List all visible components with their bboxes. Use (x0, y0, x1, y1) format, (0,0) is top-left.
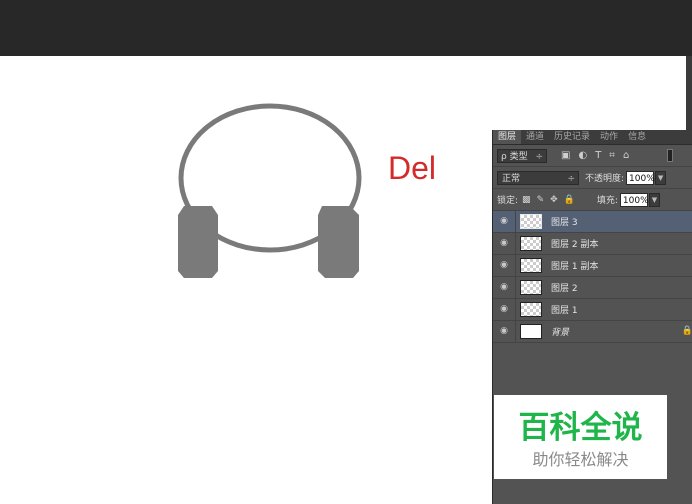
fill-input[interactable]: 100% (619, 192, 649, 207)
lock-icon: 🔒 (681, 326, 692, 336)
filter-row: ρ 类型 ÷ ▣ ◐ T ⌗ ⌂ (493, 145, 692, 167)
layer-name: 图层 1 副本 (551, 262, 599, 272)
layer-filter-select[interactable]: ρ 类型 ÷ (497, 148, 547, 163)
watermark-subtitle: 助你轻松解决 (532, 450, 629, 469)
lock-all-icon[interactable]: 🔒 (564, 195, 575, 205)
opacity-dropdown-icon[interactable]: ▼ (655, 170, 667, 185)
blend-mode-value: 正常 (502, 173, 521, 184)
layer-thumbnail (520, 280, 542, 295)
lock-transparent-icon[interactable]: ▩ (522, 195, 531, 205)
layer-name: 图层 2 (551, 284, 578, 294)
left-earcup (178, 206, 218, 278)
shape-filter-icon[interactable]: ⌗ (609, 150, 615, 161)
eye-icon[interactable]: ◉ (493, 299, 516, 320)
tab-layers[interactable]: 图层 (493, 130, 522, 144)
lock-image-icon[interactable]: ✎ (537, 195, 545, 205)
layer-thumbnail (520, 236, 542, 251)
headphone-shape[interactable] (170, 100, 370, 285)
layer-thumbnail (520, 302, 542, 317)
chevron-down-icon: ÷ (535, 151, 543, 162)
blend-row: 正常 ÷ 不透明度: 100% ▼ (493, 167, 692, 189)
layer-thumbnail (520, 324, 542, 339)
eye-icon[interactable]: ◉ (493, 211, 516, 232)
fill-dropdown-icon[interactable]: ▼ (648, 192, 660, 207)
watermark-title: 百科全说 (518, 410, 643, 446)
right-earcup (318, 206, 359, 278)
adjustment-filter-icon[interactable]: ◐ (578, 150, 587, 161)
panel-tabs: 图层 通道 历史记录 动作 信息 (493, 130, 692, 145)
layer-row-1-copy[interactable]: ◉ 图层 1 副本 (493, 255, 692, 277)
layer-row-2-copy[interactable]: ◉ 图层 2 副本 (493, 233, 692, 255)
blend-mode-select[interactable]: 正常 ÷ (497, 170, 579, 185)
layer-thumbnail (520, 214, 542, 229)
chevron-down-icon: ÷ (567, 173, 575, 184)
del-label: Del (388, 150, 437, 186)
eye-icon[interactable]: ◉ (493, 321, 516, 342)
layer-name: 图层 1 (551, 306, 578, 316)
opacity-label: 不透明度: (585, 174, 625, 184)
layer-name: 图层 3 (551, 218, 578, 228)
layer-name: 图层 2 副本 (551, 240, 599, 250)
top-bar (0, 0, 692, 56)
opacity-input[interactable]: 100% (626, 170, 655, 185)
layer-row-1[interactable]: ◉ 图层 1 (493, 299, 692, 321)
tab-actions[interactable]: 动作 (595, 130, 623, 144)
lock-icons: ▩ ✎ ✥ 🔒 (522, 195, 575, 205)
layer-thumbnail (520, 258, 542, 273)
fill-label: 填充: (596, 196, 618, 206)
smart-object-filter-icon[interactable]: ⌂ (623, 150, 629, 161)
eye-icon[interactable]: ◉ (493, 277, 516, 298)
tab-channels[interactable]: 通道 (521, 130, 549, 144)
pixel-filter-icon[interactable]: ▣ (561, 150, 570, 161)
layer-row-2[interactable]: ◉ 图层 2 (493, 277, 692, 299)
type-filter-icon[interactable]: T (595, 150, 601, 161)
eye-icon[interactable]: ◉ (493, 255, 516, 276)
layer-name: 背景 (551, 328, 570, 338)
eye-icon[interactable]: ◉ (493, 233, 516, 254)
lock-position-icon[interactable]: ✥ (550, 195, 558, 205)
tab-info[interactable]: 信息 (623, 130, 651, 144)
lock-label: 锁定: (497, 196, 519, 206)
lock-row: 锁定: ▩ ✎ ✥ 🔒 填充: 100% ▼ (493, 189, 692, 211)
tab-history[interactable]: 历史记录 (549, 130, 595, 144)
watermark: 百科全说 助你轻松解决 (494, 395, 667, 479)
filter-toggle-switch[interactable] (667, 149, 673, 162)
layer-filter-label: ρ 类型 (501, 151, 528, 162)
filter-icons: ▣ ◐ T ⌗ ⌂ (561, 150, 629, 161)
layer-row-background[interactable]: ◉ 背景 🔒 (493, 321, 692, 343)
layer-row-3[interactable]: ◉ 图层 3 (493, 211, 692, 233)
